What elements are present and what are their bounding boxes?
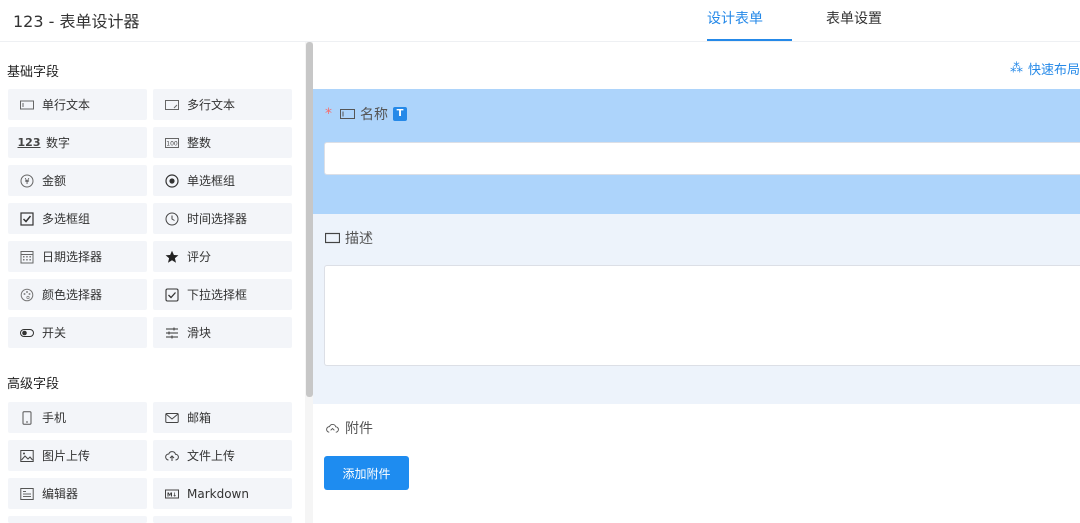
field-label: 编辑器 (42, 487, 79, 501)
yuan-icon: ¥ (18, 174, 36, 188)
markdown-icon: M↓ (163, 487, 181, 501)
add-attachment-button[interactable]: 添加附件 (324, 456, 409, 490)
field-label: 图片上传 (42, 449, 91, 463)
desc-field-label-row: 描述 (325, 228, 373, 248)
field-select[interactable]: 下拉选择框 (153, 279, 292, 310)
field-label: 单行文本 (42, 98, 91, 112)
tab-form-settings[interactable]: 表单设置 (826, 8, 882, 28)
sparkle-icon: ⁂ (1009, 61, 1023, 76)
basic-fields-title: 基础字段 (7, 65, 60, 80)
textarea-icon (325, 232, 340, 244)
advanced-fields-title: 高级字段 (7, 377, 60, 392)
number-123-icon: 123 (17, 136, 41, 149)
active-tab-indicator (707, 39, 792, 41)
field-label: Markdown (187, 486, 249, 501)
field-label: 颜色选择器 (42, 288, 103, 302)
image-icon (18, 449, 36, 463)
field-label: 开关 (42, 326, 67, 340)
field-label: 评分 (187, 250, 212, 264)
field-date-picker[interactable]: 日期选择器 (8, 241, 147, 272)
quick-layout-label: 快速布局 (1027, 63, 1080, 78)
attach-field-label-row: 附件 (325, 418, 373, 438)
sidebar-scrollbar-thumb[interactable] (306, 42, 313, 397)
field-slider[interactable]: 滑块 (153, 317, 292, 348)
clock-icon (163, 212, 181, 226)
field-label: 下拉选择框 (187, 288, 248, 302)
field-phone[interactable]: 手机 (8, 402, 147, 433)
field-label: 日期选择器 (42, 250, 103, 264)
calendar-icon (18, 250, 36, 264)
field-color-picker[interactable]: 颜色选择器 (8, 279, 147, 310)
field-time-picker[interactable]: 时间选择器 (153, 203, 292, 234)
field-label: 手机 (42, 411, 67, 425)
field-label: 单选框组 (187, 174, 236, 188)
name-field-label-row: * 名称 T (325, 104, 407, 124)
field-label: 文件上传 (187, 449, 236, 463)
field-label: 滑块 (187, 326, 212, 340)
field-markdown[interactable]: M↓ Markdown (153, 478, 292, 509)
app-title: 123 - 表单设计器 (13, 12, 140, 31)
field-partial (153, 516, 292, 523)
name-field-label: 名称 (360, 107, 388, 123)
field-label: 金额 (42, 174, 67, 188)
field-checkbox-group[interactable]: 多选框组 (8, 203, 147, 234)
input-icon (18, 98, 36, 112)
field-label: 多行文本 (187, 98, 236, 112)
editor-icon (18, 487, 36, 501)
field-label: 多选框组 (42, 212, 91, 226)
name-input[interactable] (324, 142, 1080, 175)
field-image-upload[interactable]: 图片上传 (8, 440, 147, 471)
field-multi-line-text[interactable]: 多行文本 (153, 89, 292, 120)
text-type-badge: T (393, 107, 407, 121)
checkbox-icon (18, 211, 36, 226)
field-editor[interactable]: 编辑器 (8, 478, 147, 509)
select-icon (163, 287, 181, 302)
quick-layout-button[interactable]: ⁂ 快速布局 (1010, 59, 1080, 78)
integer-icon: 100 (163, 136, 181, 150)
field-number[interactable]: 123 数字 (8, 127, 147, 158)
svg-text:100: 100 (166, 140, 178, 147)
textarea-icon (163, 98, 181, 112)
svg-text:M↓: M↓ (167, 491, 177, 498)
field-email[interactable]: 邮箱 (153, 402, 292, 433)
field-radio-group[interactable]: 单选框组 (153, 165, 292, 196)
switch-icon (18, 326, 36, 340)
star-icon (163, 250, 181, 264)
field-label: 数字 (46, 136, 71, 150)
svg-text:¥: ¥ (24, 177, 29, 186)
slider-icon (163, 326, 181, 340)
field-amount[interactable]: ¥ 金额 (8, 165, 147, 196)
field-label: 整数 (187, 136, 212, 150)
field-single-line-text[interactable]: 单行文本 (8, 89, 147, 120)
palette-icon (18, 288, 36, 302)
top-bar: 123 - 表单设计器 设计表单 表单设置 (0, 0, 1080, 42)
attach-field-label: 附件 (345, 421, 373, 437)
cloud-upload-icon (163, 449, 181, 463)
cloud-upload-icon (325, 422, 340, 435)
desc-field-label: 描述 (345, 231, 373, 247)
field-file-upload[interactable]: 文件上传 (153, 440, 292, 471)
input-icon (340, 108, 355, 120)
field-integer[interactable]: 100 整数 (153, 127, 292, 158)
field-partial (8, 516, 147, 523)
required-asterisk: * (325, 106, 332, 122)
field-label: 时间选择器 (187, 212, 248, 226)
field-label: 邮箱 (187, 411, 212, 425)
mail-icon (163, 411, 181, 425)
field-switch[interactable]: 开关 (8, 317, 147, 348)
radio-icon (163, 173, 181, 188)
phone-icon (18, 410, 36, 425)
field-rating[interactable]: 评分 (153, 241, 292, 272)
tab-design-form[interactable]: 设计表单 (707, 8, 763, 28)
description-textarea[interactable] (324, 265, 1080, 366)
